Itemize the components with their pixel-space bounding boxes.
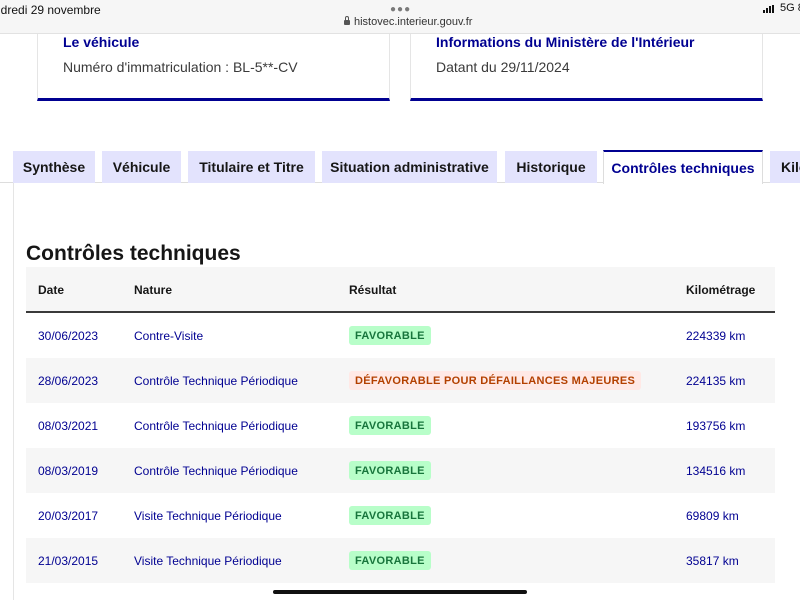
row-nature: Contre-Visite <box>134 329 204 343</box>
row-date: 08/03/2021 <box>38 419 99 433</box>
row-mileage: 134516 km <box>686 464 746 478</box>
browser-menu-dots-icon[interactable]: ●●● <box>390 4 411 15</box>
section-title: Contrôles techniques <box>26 242 241 265</box>
table-row: 30/06/2023 Contre-Visite FAVORABLE 22433… <box>26 313 775 358</box>
home-indicator[interactable] <box>273 590 527 594</box>
row-nature: Contrôle Technique Périodique <box>134 374 298 388</box>
vehicle-card-title: Le véhicule <box>63 34 140 50</box>
vehicle-card: Le véhicule Numéro d'immatriculation : B… <box>37 34 390 101</box>
table-row: 08/03/2019 Contrôle Technique Périodique… <box>26 448 775 493</box>
row-mileage: 69809 km <box>686 509 739 523</box>
table-header: Date Nature Résultat Kilométrage <box>26 267 775 313</box>
row-mileage: 193756 km <box>686 419 746 433</box>
tab-vehicule[interactable]: Véhicule <box>102 151 181 183</box>
table-row: 20/03/2017 Visite Technique Périodique F… <box>26 493 775 538</box>
tab-kilometrage[interactable]: Kilo <box>770 151 800 183</box>
table-row: 21/03/2015 Visite Technique Périodique F… <box>26 538 775 583</box>
column-header-date: Date <box>38 283 65 297</box>
network-label: 5G 8 <box>780 2 800 14</box>
status-badge: FAVORABLE <box>349 461 431 480</box>
row-nature: Visite Technique Périodique <box>134 554 282 568</box>
ministry-date-text: Datant du 29/11/2024 <box>436 59 570 75</box>
ministry-card-title: Informations du Ministère de l'Intérieur <box>436 34 695 50</box>
address-bar-url: histovec.interieur.gouv.fr <box>354 16 473 28</box>
address-bar[interactable]: histovec.interieur.gouv.fr <box>344 16 472 28</box>
tab-titulaire-et-titre[interactable]: Titulaire et Titre <box>188 151 315 183</box>
lock-icon <box>344 16 350 25</box>
row-mileage: 224135 km <box>686 374 746 388</box>
tab-controles-techniques[interactable]: Contrôles techniques <box>603 150 763 184</box>
row-nature: Visite Technique Périodique <box>134 509 282 523</box>
status-badge: FAVORABLE <box>349 506 431 525</box>
status-badge: DÉFAVORABLE POUR DÉFAILLANCES MAJEURES <box>349 371 642 390</box>
row-mileage: 224339 km <box>686 329 746 343</box>
status-badge: FAVORABLE <box>349 416 431 435</box>
row-date: 08/03/2019 <box>38 464 99 478</box>
vehicle-plate-text: Numéro d'immatriculation : BL-5**-CV <box>63 59 298 75</box>
signal-icon <box>763 5 774 13</box>
row-date: 28/06/2023 <box>38 374 99 388</box>
tab-synthese[interactable]: Synthèse <box>13 151 95 183</box>
browser-status-bar: ndredi 29 novembre ●●● histovec.interieu… <box>0 0 800 34</box>
tab-situation-administrative[interactable]: Situation administrative <box>322 151 497 183</box>
row-date: 30/06/2023 <box>38 329 99 343</box>
column-header-mileage: Kilométrage <box>686 283 756 297</box>
status-badge: FAVORABLE <box>349 551 431 570</box>
status-date: ndredi 29 novembre <box>0 3 101 17</box>
row-date: 20/03/2017 <box>38 509 99 523</box>
table-row: 08/03/2021 Contrôle Technique Périodique… <box>26 403 775 448</box>
column-header-nature: Nature <box>134 283 173 297</box>
tab-historique[interactable]: Historique <box>505 151 597 183</box>
table-row: 28/06/2023 Contrôle Technique Périodique… <box>26 358 775 403</box>
row-date: 21/03/2015 <box>38 554 99 568</box>
column-header-result: Résultat <box>349 283 397 297</box>
row-nature: Contrôle Technique Périodique <box>134 419 298 433</box>
technical-inspections-table: Date Nature Résultat Kilométrage 30/06/2… <box>26 267 775 583</box>
row-mileage: 35817 km <box>686 554 739 568</box>
status-badge: FAVORABLE <box>349 326 431 345</box>
row-nature: Contrôle Technique Périodique <box>134 464 298 478</box>
ministry-card: Informations du Ministère de l'Intérieur… <box>410 34 763 101</box>
